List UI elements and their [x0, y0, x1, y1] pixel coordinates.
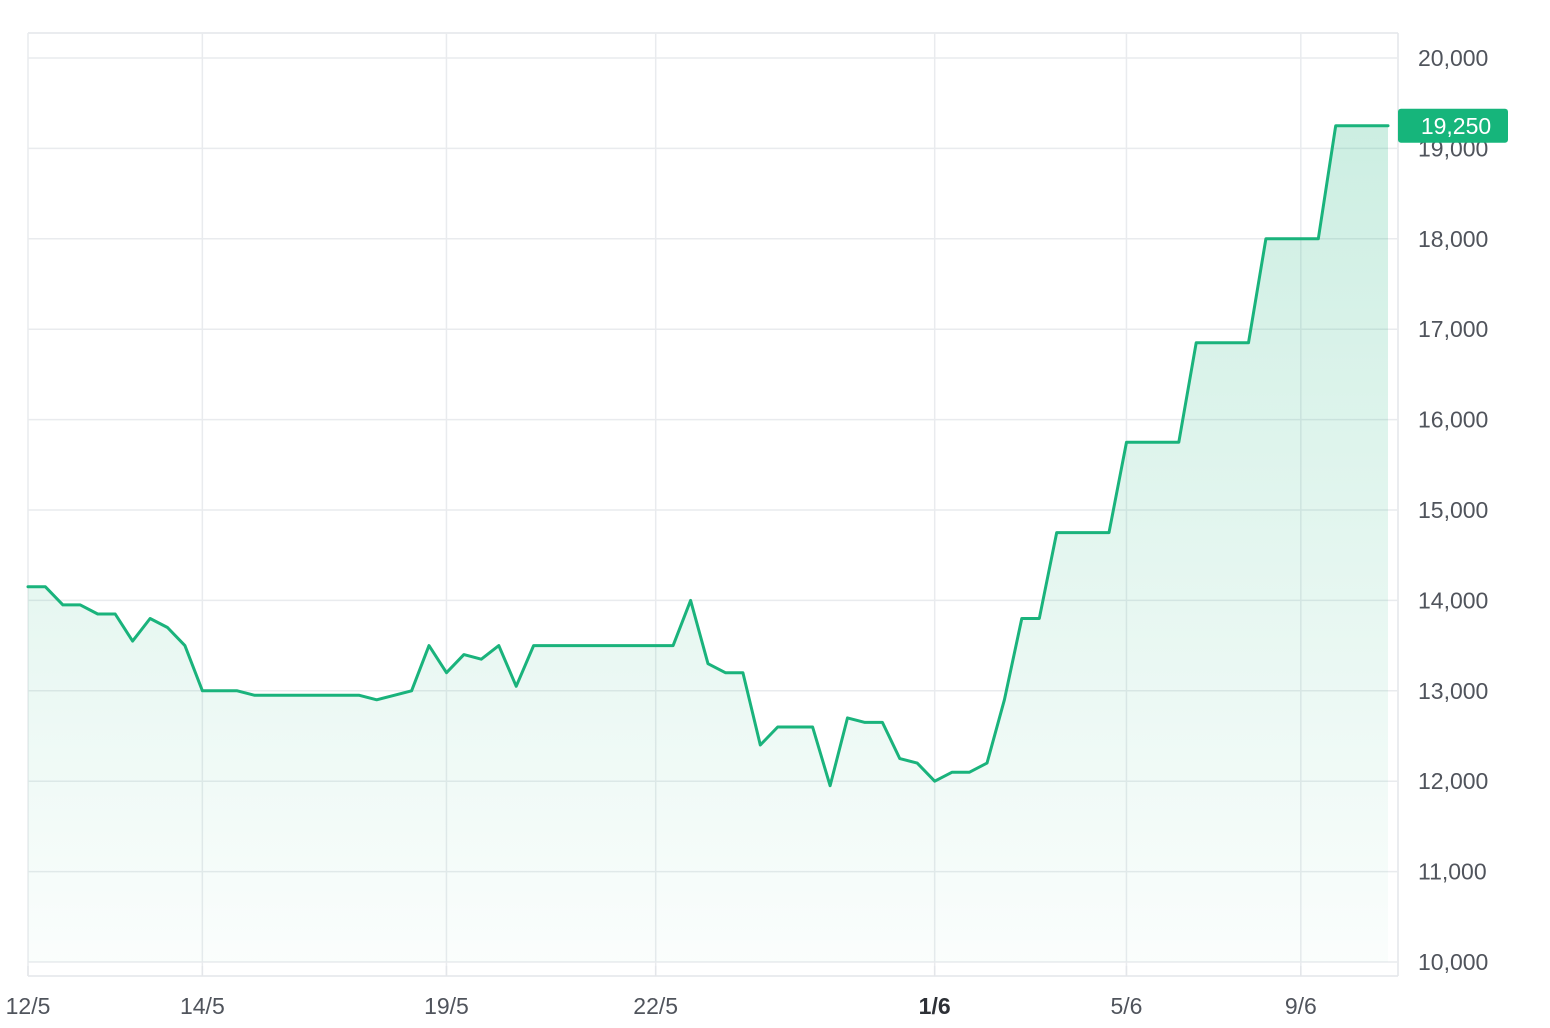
y-tick-label: 16,000 [1418, 407, 1488, 433]
x-tick-label: 5/6 [1110, 993, 1142, 1019]
last-value-label: 19,250 [1421, 113, 1491, 139]
y-tick-label: 12,000 [1418, 768, 1488, 794]
x-tick-label: 9/6 [1285, 993, 1317, 1019]
x-tick-label: 12/5 [6, 993, 51, 1019]
price-chart: 10,000 11,000 12,000 13,000 14,000 15,000 16,0… [0, 0, 1550, 1028]
last-value-badge[interactable]: 19,250 [1398, 108, 1508, 143]
x-tick-label: 22/5 [633, 993, 678, 1019]
y-tick-label: 15,000 [1418, 497, 1488, 523]
x-axis: 12/5 14/5 19/5 22/5 1/6 5/6 9/6 [6, 993, 1317, 1019]
x-tick-label: 19/5 [424, 993, 469, 1019]
y-tick-label: 10,000 [1418, 949, 1488, 975]
y-axis: 10,000 11,000 12,000 13,000 14,000 15,000 16,0… [1418, 45, 1488, 975]
y-tick-label: 18,000 [1418, 226, 1488, 252]
area-fill-layer [28, 125, 1388, 963]
x-tick-label: 1/6 [919, 993, 951, 1019]
x-tick-label: 14/5 [180, 993, 225, 1019]
series-area [28, 125, 1388, 963]
y-tick-label: 11,000 [1418, 859, 1487, 885]
price-chart-svg: 10,000 11,000 12,000 13,000 14,000 15,000 16,0… [6, 32, 1508, 1019]
y-tick-label: 20,000 [1418, 45, 1488, 71]
y-tick-label: 14,000 [1418, 587, 1488, 613]
y-tick-label: 17,000 [1418, 316, 1488, 342]
y-tick-label: 13,000 [1418, 678, 1488, 704]
